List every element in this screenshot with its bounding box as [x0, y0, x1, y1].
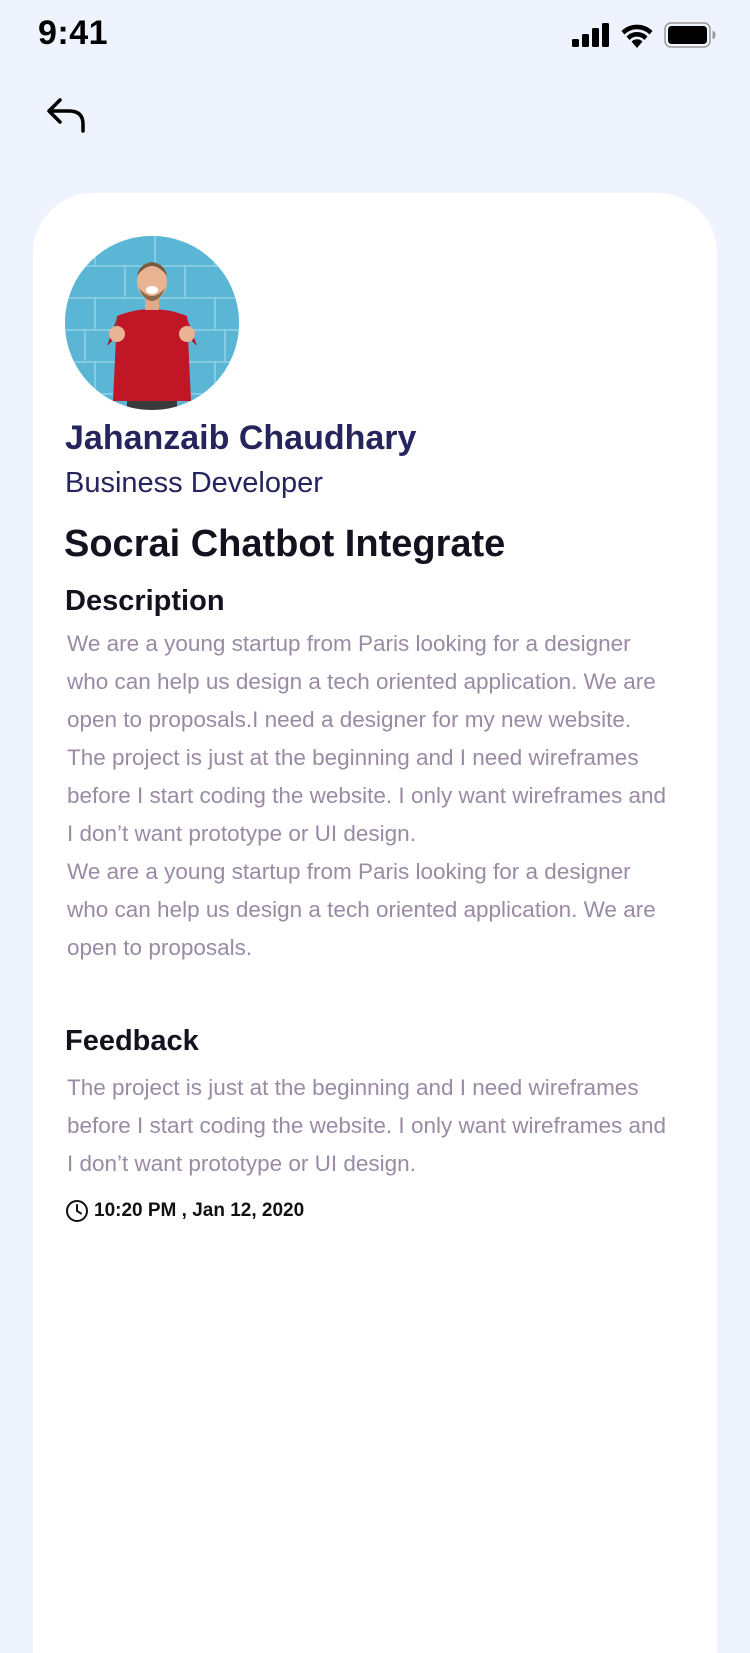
feedback-paragraph: The project is just at the beginning and… [67, 1075, 667, 1176]
status-bar: 9:41 [0, 0, 750, 70]
profile-name: Jahanzaib Chaudhary [65, 419, 417, 457]
clock-icon [66, 1200, 88, 1222]
project-detail-card: Jahanzaib Chaudhary Business Developer S… [33, 193, 717, 1653]
status-icons [572, 22, 716, 48]
description-text: We are a young startup from Paris lookin… [67, 625, 667, 967]
profile-role: Business Developer [65, 467, 323, 499]
description-heading: Description [65, 585, 225, 617]
timestamp: 10:20 PM , Jan 12, 2020 [65, 1199, 304, 1223]
cellular-signal-icon [572, 23, 609, 47]
description-paragraph: We are a young startup from Paris lookin… [67, 859, 656, 960]
feedback-heading: Feedback [65, 1025, 199, 1057]
avatar [65, 236, 239, 410]
project-title: Socrai Chatbot Integrate [64, 523, 506, 565]
status-time: 9:41 [38, 14, 109, 52]
back-arrow-icon [47, 98, 85, 133]
wifi-icon [621, 24, 653, 48]
feedback-text: The project is just at the beginning and… [67, 1069, 667, 1183]
battery-icon [664, 22, 716, 48]
avatar-photo [65, 236, 239, 410]
description-paragraph: We are a young startup from Paris lookin… [67, 631, 656, 732]
description-paragraph: The project is just at the beginning and… [67, 745, 667, 846]
back-button[interactable] [36, 84, 96, 144]
timestamp-text: 10:20 PM , Jan 12, 2020 [94, 1200, 305, 1221]
